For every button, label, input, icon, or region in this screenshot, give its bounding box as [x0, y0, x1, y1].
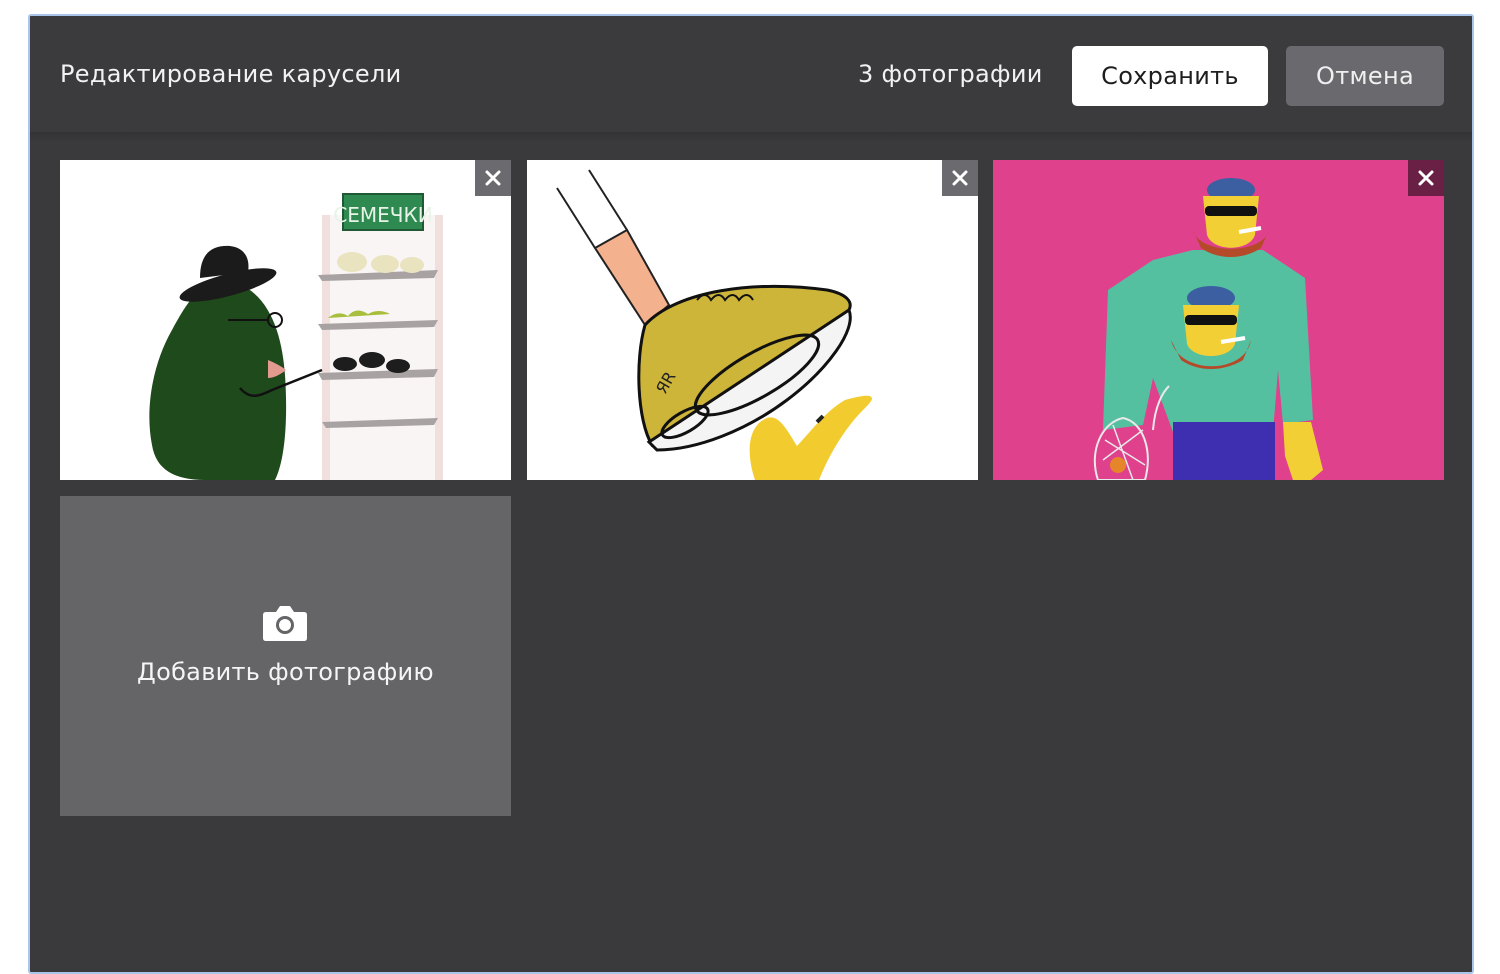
- cancel-button[interactable]: Отмена: [1286, 46, 1444, 106]
- photo-man-illustration: [993, 160, 1444, 480]
- add-photo-label: Добавить фотографию: [137, 658, 434, 686]
- photo-avocado-illustration: СЕМЕЧКИ: [60, 160, 511, 480]
- carousel-photo-3[interactable]: [993, 160, 1444, 480]
- carousel-photo-1[interactable]: СЕМЕЧКИ: [60, 160, 511, 480]
- dialog-title: Редактирование карусели: [60, 60, 402, 88]
- carousel-photo-2[interactable]: ЯR: [527, 160, 978, 480]
- carousel-editor-dialog: Редактирование карусели 3 фотографии Сох…: [28, 14, 1474, 974]
- stand-sign-text: СЕМЕЧКИ: [333, 203, 432, 227]
- photo-count: 3 фотографии: [858, 60, 1043, 88]
- add-photo-button[interactable]: Добавить фотографию: [60, 496, 511, 816]
- save-button[interactable]: Сохранить: [1072, 46, 1268, 106]
- camera-icon: [263, 606, 307, 641]
- dialog-header: Редактирование карусели 3 фотографии Сох…: [30, 16, 1472, 133]
- remove-photo-3-button[interactable]: [1408, 160, 1444, 196]
- close-icon: [952, 170, 968, 186]
- header-shadow: [30, 132, 1472, 142]
- photo-shoe-illustration: ЯR: [527, 160, 978, 480]
- remove-photo-2-button[interactable]: [942, 160, 978, 196]
- close-icon: [1418, 170, 1434, 186]
- close-icon: [485, 170, 501, 186]
- remove-photo-1-button[interactable]: [475, 160, 511, 196]
